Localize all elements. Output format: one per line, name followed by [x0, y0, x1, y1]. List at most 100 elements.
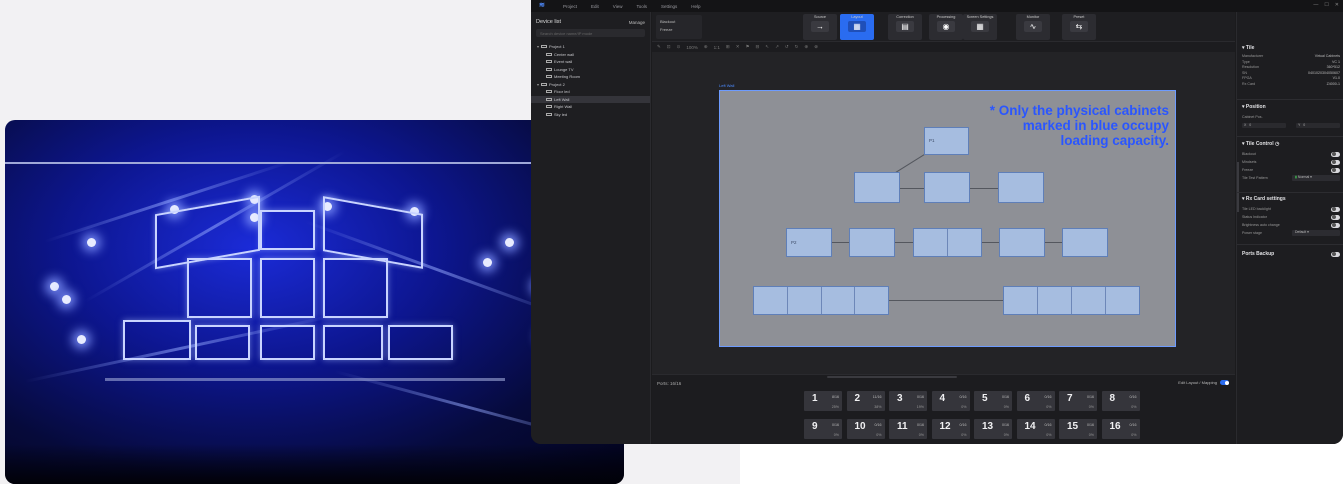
port-tile[interactable]: 4 0/16 0% — [931, 391, 970, 411]
tree-item-device[interactable]: Event wall — [531, 58, 650, 66]
cabinet[interactable] — [998, 172, 1044, 203]
tool-monitor[interactable]: Monitor ∿ — [1016, 14, 1050, 40]
cabinet[interactable] — [913, 228, 982, 257]
minimize-icon[interactable]: — — [1313, 2, 1318, 8]
menu-edit[interactable]: Edit — [591, 4, 599, 9]
cabinet[interactable] — [924, 172, 970, 203]
port-percent: 19% — [916, 405, 924, 409]
section-title[interactable]: ▾ Tile Control ◷ — [1242, 141, 1340, 150]
maximize-icon[interactable]: ☐ — [1324, 2, 1328, 8]
port-tile[interactable]: 15 0/16 0% — [1059, 419, 1097, 439]
layout-canvas[interactable]: Left Wall * Only the physical cabinets m… — [652, 52, 1235, 374]
power-stage-dropdown[interactable]: Default ▾ — [1292, 230, 1340, 236]
test-pattern-dropdown[interactable]: ▮ Normal ▾ — [1292, 175, 1340, 181]
tree-item-device[interactable]: Meeting Room — [531, 73, 650, 81]
menu-help[interactable]: Help — [691, 4, 700, 9]
port-tile[interactable]: 11 0/16 0% — [889, 419, 927, 439]
cabinet-row[interactable] — [753, 286, 889, 315]
panel-scrollbar[interactable] — [1237, 162, 1239, 212]
port-tile[interactable]: 10 0/16 0% — [846, 419, 885, 439]
canvas-tool-icon[interactable]: 1:1 — [714, 45, 720, 50]
port-tile[interactable]: 1 8/16 25% — [804, 391, 842, 411]
cabinet-p1[interactable]: P1 — [924, 127, 969, 155]
canvas-tool-icon[interactable]: ↺ — [785, 44, 789, 50]
canvas-tool-icon[interactable]: ⊗ — [814, 44, 818, 50]
tree-item-device[interactable]: Floor led — [531, 88, 650, 96]
canvas-tool-icon[interactable]: ⊙ — [677, 44, 681, 50]
section-title[interactable]: ▾ Position — [1242, 104, 1340, 113]
port-tile[interactable]: 5 0/16 0% — [974, 391, 1012, 411]
tree-item-project[interactable]: ▾ Project 2 — [531, 81, 650, 89]
chevron-down-icon[interactable]: ▾ — [537, 82, 539, 87]
section-title[interactable]: ▾ Rx Card settings — [1242, 196, 1340, 205]
canvas-tool-icon[interactable]: ⊕ — [804, 44, 808, 50]
port-tile[interactable]: 7 0/16 0% — [1059, 391, 1097, 411]
menu-settings[interactable]: Settings — [661, 4, 677, 9]
tree-item-device[interactable]: Lounge TV — [531, 66, 650, 74]
position-y-input[interactable]: Y 0 — [1296, 122, 1340, 128]
port-tile[interactable]: 9 0/16 0% — [804, 419, 842, 439]
cabinet-p2[interactable]: P2 — [786, 228, 832, 257]
port-tile[interactable]: 8 0/16 0% — [1101, 391, 1140, 411]
menu-project[interactable]: Project — [563, 4, 577, 9]
canvas-tool-icon[interactable]: ↗ — [775, 44, 779, 50]
toggle-switch[interactable] — [1331, 151, 1340, 157]
canvas-tool-icon[interactable]: ✕ — [736, 44, 740, 50]
position-x-input[interactable]: X 0 — [1242, 122, 1286, 128]
tool-source[interactable]: Source → — [803, 14, 837, 40]
cabinet-row[interactable] — [1003, 286, 1140, 315]
port-tile[interactable]: 3 0/16 19% — [889, 391, 927, 411]
port-tile[interactable]: 12 0/16 0% — [931, 419, 970, 439]
tool-preset[interactable]: Preset ⇆ — [1062, 14, 1096, 40]
canvas-tool-icon[interactable]: 100% — [686, 45, 698, 50]
toggle-switch[interactable] — [1331, 222, 1340, 228]
toggle-switch[interactable] — [1331, 167, 1340, 173]
tool-icon: → — [811, 21, 829, 32]
tree-item-device[interactable]: Sky led — [531, 111, 650, 119]
tree-item-device[interactable]: Left Wall — [531, 95, 650, 103]
freeze-button[interactable]: Freeze — [660, 26, 698, 34]
menu-tools[interactable]: Tools — [636, 4, 647, 9]
canvas-tool-icon[interactable]: ✎ — [657, 44, 661, 50]
port-tile[interactable]: 2 11/16 38% — [846, 391, 885, 411]
canvas-tool-icon[interactable]: ↻ — [795, 44, 799, 50]
port-tile[interactable]: 6 0/16 0% — [1016, 391, 1055, 411]
manage-button[interactable]: Manage — [629, 20, 645, 25]
canvas-tool-icon[interactable]: ⊞ — [726, 44, 730, 50]
section-title[interactable]: ▾ Tile — [1242, 45, 1340, 54]
tool-correction[interactable]: Correction ▤ — [888, 14, 922, 40]
canvas-tool-icon[interactable]: ⚑ — [745, 44, 749, 50]
menu-view[interactable]: View — [613, 4, 623, 9]
toggle-switch[interactable] — [1331, 159, 1340, 165]
led-wall-area[interactable]: * Only the physical cabinets marked in b… — [719, 90, 1176, 347]
port-tile[interactable]: 16 0/16 0% — [1101, 419, 1140, 439]
tool-layout[interactable]: Layout ▦ — [840, 14, 874, 40]
mapping-toggle[interactable] — [1220, 380, 1229, 385]
canvas-tool-icon[interactable]: ⊡ — [667, 44, 671, 50]
horizontal-scrollbar[interactable] — [827, 376, 957, 378]
tool-processing[interactable]: Processing ◉ — [929, 14, 963, 40]
tree-item-label: Lounge TV — [554, 66, 574, 72]
toggle-switch[interactable] — [1331, 214, 1340, 220]
port-tile[interactable]: 14 0/16 0% — [1016, 419, 1055, 439]
tool-screen-settings[interactable]: Screen Settings ▦ — [963, 14, 997, 40]
canvas-tool-icon[interactable]: ⊟ — [756, 44, 760, 50]
wall-label: Left Wall — [719, 83, 735, 88]
cabinet[interactable] — [854, 172, 900, 203]
toggle-switch[interactable] — [1331, 206, 1340, 212]
cabinet[interactable] — [999, 228, 1045, 257]
blackout-button[interactable]: Blackout — [660, 18, 698, 26]
device-search-input[interactable]: Search device name/IP mode — [536, 29, 645, 37]
port-count: 0/16 — [1087, 395, 1094, 399]
close-icon[interactable]: ✕ — [1335, 2, 1339, 8]
port-tile[interactable]: 13 0/16 0% — [974, 419, 1012, 439]
tree-item-project[interactable]: ▾ Project 1 — [531, 43, 650, 51]
cabinet[interactable] — [1062, 228, 1108, 257]
tree-item-device[interactable]: Center wall — [531, 51, 650, 59]
tree-item-device[interactable]: Right Wall — [531, 103, 650, 111]
chevron-down-icon[interactable]: ▾ — [537, 44, 539, 49]
canvas-tool-icon[interactable]: ↖ — [765, 44, 769, 50]
cabinet[interactable] — [849, 228, 895, 257]
canvas-tool-icon[interactable]: ⊕ — [704, 44, 708, 50]
ports-backup-toggle[interactable] — [1331, 251, 1340, 257]
